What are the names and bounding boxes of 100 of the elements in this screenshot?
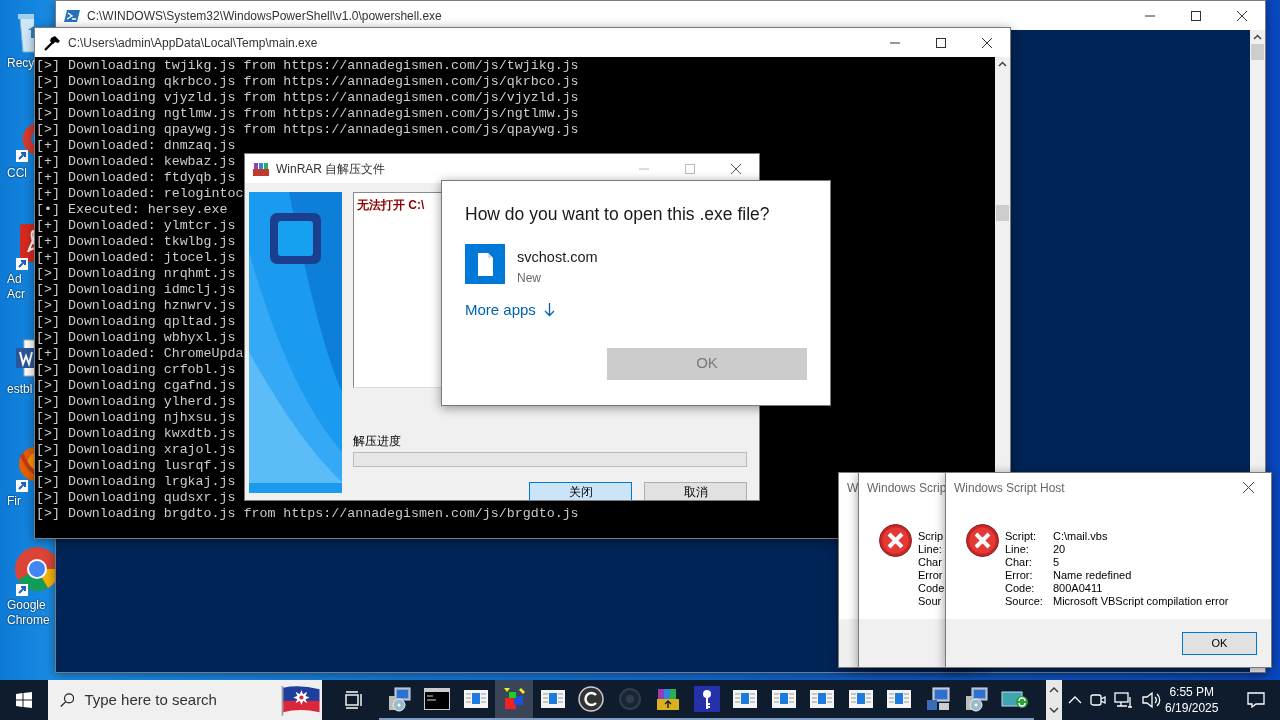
console-line: [+] Downloaded: jtocel.js — [36, 250, 236, 266]
field-value: 800A0411 — [1053, 582, 1104, 595]
task-view-icon[interactable] — [344, 691, 363, 709]
icon-label: Ad — [7, 272, 22, 287]
window-icon — [848, 690, 873, 708]
icon-label: Acr — [7, 287, 25, 302]
close-icon[interactable] — [1237, 10, 1247, 21]
close-icon[interactable] — [982, 37, 992, 48]
hammer-icon — [43, 34, 61, 51]
field-label: Error: — [1005, 569, 1034, 582]
archive-icon — [655, 686, 682, 712]
taskbar-app[interactable] — [494, 680, 534, 720]
window-icon — [463, 690, 488, 708]
camera-icon[interactable] — [1089, 691, 1108, 709]
clock-time[interactable]: 6:55 PM — [1169, 684, 1215, 700]
field-label: Code: — [1005, 582, 1036, 595]
icon-label: Chrome — [7, 613, 50, 628]
field-value: 5 — [1053, 556, 1061, 569]
console-line: [>] Downloading idmclj.js — [36, 282, 236, 298]
powershell-icon — [64, 7, 80, 24]
circle-icon — [617, 687, 642, 711]
file-icon[interactable] — [465, 244, 505, 285]
console-line: [>] Downloading twjikg.js from https://annadegismen.com/js/twjikg.js — [36, 58, 579, 74]
chevron-up-icon[interactable] — [1068, 696, 1083, 704]
console-line: [•] Executed: hersey.exe — [36, 202, 228, 218]
disc-icon — [578, 686, 605, 712]
close-icon[interactable] — [1242, 482, 1254, 493]
icon-label: Recy — [7, 56, 35, 71]
key-icon — [693, 686, 720, 712]
console-line: [+] Downloaded: ylmtcr.js — [36, 218, 236, 234]
console-line: [+] Downloaded: dnmzaq.js — [36, 138, 236, 154]
scroll-up-icon[interactable] — [998, 61, 1007, 67]
network-icon — [1001, 688, 1029, 710]
start-icon[interactable] — [15, 692, 32, 708]
scroll-thumb[interactable] — [996, 205, 1009, 221]
console-line: [>] Downloading lusrqf.js — [36, 458, 236, 474]
computer-icon — [924, 686, 951, 712]
cancel-button[interactable]: 取消 — [644, 482, 747, 500]
console-line: [>] Downloading qpltad.js — [36, 314, 236, 330]
installer-icon — [963, 686, 990, 712]
console-line: [>] Downloading kwxdtb.js — [36, 426, 236, 442]
console-line: [+] Downloaded: ftdyqb.js — [36, 170, 236, 186]
console-line: [>] Downloading wbhyxl.js — [36, 330, 236, 346]
close-icon[interactable] — [731, 163, 741, 174]
notification-icon[interactable] — [1247, 692, 1266, 708]
close-button[interactable]: 关闭 — [529, 482, 632, 500]
icon-label: estbl — [7, 382, 33, 397]
maximize-icon[interactable] — [1191, 10, 1201, 21]
more-apps-link[interactable]: More apps — [465, 299, 555, 322]
field-label: Code — [918, 582, 945, 595]
window-title: C:\Users\admin\AppData\Local\Temp\main.exe — [68, 34, 318, 52]
search-icon — [59, 691, 75, 709]
maximize-icon[interactable] — [936, 37, 946, 48]
field-label: Char: — [1005, 556, 1033, 569]
dialog-title: How do you want to open this .exe file? — [465, 203, 771, 226]
field-value: Microsoft VBScript compilation error — [1053, 595, 1229, 608]
console-line: [>] Downloading hznwrv.js — [36, 298, 236, 314]
field-value: Name redefined — [1053, 569, 1133, 582]
window-icon — [540, 690, 565, 708]
ok-button[interactable]: OK — [1182, 631, 1257, 655]
field-value: 20 — [1053, 543, 1067, 556]
field-label: Error — [918, 569, 944, 582]
dialog-title: W — [847, 479, 859, 497]
console-line: [+] Downloaded: kewbaz.js — [36, 154, 236, 170]
console-line: [>] Downloading crfobl.js — [36, 362, 236, 378]
console-line: [+] Downloaded: ChromeUpda — [36, 346, 244, 362]
console-line: [>] Downloading njhxsu.js — [36, 410, 236, 426]
icon-label: CCl — [7, 166, 27, 181]
clock-date[interactable]: 6/19/2025 — [1165, 700, 1219, 716]
scroll-up-icon[interactable] — [1253, 34, 1262, 40]
search-box[interactable]: Type here to search — [47, 680, 322, 720]
window-icon — [733, 690, 758, 708]
console-icon — [424, 688, 451, 710]
volume-icon[interactable] — [1141, 691, 1162, 709]
console-line: [>] Downloading qudsxr.js — [36, 490, 236, 506]
scroll-down-icon[interactable] — [1049, 707, 1060, 713]
field-label: Char — [918, 556, 943, 569]
console-line: [>] Downloading cgafnd.js — [36, 378, 236, 394]
field-label: Line: — [1005, 543, 1030, 556]
error-icon — [879, 524, 912, 557]
search-field[interactable]: Type here to search — [82, 687, 273, 713]
icon-label: Fir — [7, 494, 21, 509]
field-label: Sour — [918, 595, 943, 608]
app-note: New — [517, 270, 542, 287]
console-line: [>] Downloading ylherd.js — [36, 394, 236, 410]
scroll-thumb[interactable] — [1251, 44, 1264, 60]
scroll-up-icon[interactable] — [1049, 687, 1060, 693]
window-title: WinRAR 自解压文件 — [276, 160, 386, 178]
console-line: [>] Downloading vjyzld.js from https://annadegismen.com/js/vjyzld.js — [36, 90, 579, 106]
shapes-icon — [501, 686, 528, 712]
down-arrow-icon — [543, 303, 555, 318]
field-label: Scrip — [918, 530, 945, 543]
window-title: C:\WINDOWS\System32\WindowsPowerShell\v1.0\powershell.exe — [87, 7, 442, 25]
field-label: Line: — [918, 543, 943, 556]
network-status-icon[interactable] — [1114, 691, 1135, 709]
console-line: [>] Downloading lrgkaj.js — [36, 474, 236, 490]
app-name[interactable]: svchost.com — [517, 247, 598, 269]
console-line: [+] Downloaded: tkwlbg.js — [36, 234, 236, 250]
console-line: [>] Downloading nrqhmt.js — [36, 266, 236, 282]
console-line: [>] Downloading qpaywg.js from https://annadegismen.com/js/qpaywg.js — [36, 122, 579, 138]
